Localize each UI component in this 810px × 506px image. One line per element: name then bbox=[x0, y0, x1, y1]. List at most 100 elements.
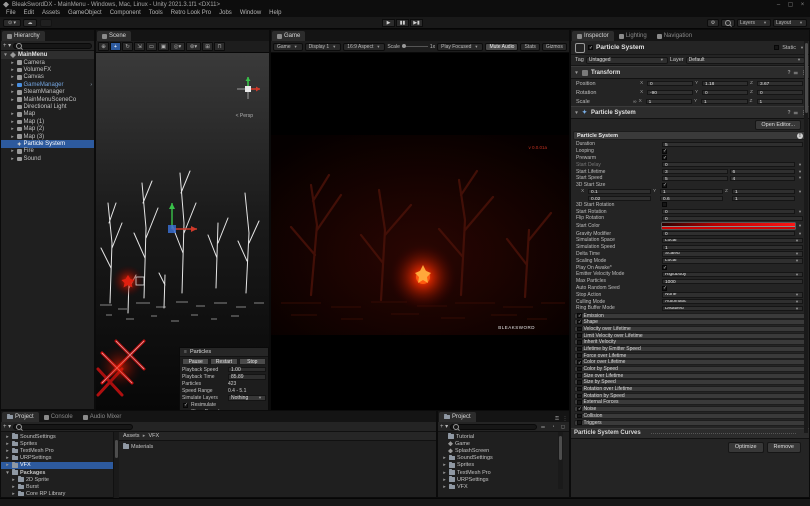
folder-soundsettings[interactable]: ▸SoundSettings bbox=[1, 433, 113, 440]
aspect-ratio-dropdown[interactable]: 16:9 Aspect▾ bbox=[343, 43, 385, 51]
search-by-type-icon[interactable]: ⚌ bbox=[539, 423, 547, 430]
module-checkbox[interactable] bbox=[577, 414, 582, 419]
module-size-by-speed[interactable]: Size by Speed bbox=[574, 379, 806, 385]
stop-particles-button[interactable]: Stop bbox=[239, 358, 266, 365]
menu-help[interactable]: Help bbox=[265, 10, 285, 16]
particles-overlay-title[interactable]: ≡ Particles bbox=[180, 348, 268, 357]
module-checkbox[interactable] bbox=[577, 340, 582, 345]
module-inherit-velocity[interactable]: Inherit Velocity bbox=[574, 339, 806, 345]
rotation-y-field[interactable]: 0 bbox=[702, 90, 748, 95]
module-checkbox[interactable] bbox=[577, 394, 582, 399]
start-size-3d-checkbox[interactable] bbox=[662, 183, 667, 188]
size-x1-field[interactable]: 0.1 bbox=[588, 189, 651, 194]
account-button[interactable]: ⊙ ▾ bbox=[3, 19, 21, 27]
folder-vfx[interactable]: ▸VFX bbox=[438, 483, 558, 489]
add-object-button[interactable]: + ▾ bbox=[3, 42, 11, 49]
hierarchy-item-sound[interactable]: ▸Sound bbox=[1, 155, 94, 162]
folder-tutorial[interactable]: Tutorial bbox=[438, 433, 558, 440]
tab-hierarchy[interactable]: Hierarchy bbox=[2, 31, 45, 41]
drag-handle-icon[interactable] bbox=[651, 433, 796, 434]
scrollbar-thumb[interactable] bbox=[805, 43, 808, 113]
delta-time-dropdown[interactable]: Scaled▾ bbox=[662, 251, 803, 256]
restart-particles-button[interactable]: Restart bbox=[210, 358, 237, 365]
rect-tool-icon[interactable]: ▭ bbox=[146, 42, 157, 51]
folder-urpsettings[interactable]: ▸URPSettings bbox=[1, 455, 113, 462]
folder-urpsettings[interactable]: ▸URPSettings bbox=[438, 476, 558, 483]
prewarm-checkbox[interactable] bbox=[662, 155, 667, 160]
hierarchy-item-gamemanager[interactable]: ▸GameManager› bbox=[1, 81, 94, 88]
start-speed-max-field[interactable]: 4 bbox=[730, 176, 796, 181]
static-checkbox[interactable] bbox=[774, 45, 779, 50]
menu-file[interactable]: File bbox=[2, 10, 20, 16]
position-x-field[interactable]: 0 bbox=[647, 81, 693, 86]
cloud-services-button[interactable]: ☁ bbox=[23, 19, 37, 27]
size-z1-field[interactable]: 1 bbox=[732, 189, 795, 194]
menu-gameobject[interactable]: GameObject bbox=[64, 10, 106, 16]
scale-slider-knob[interactable] bbox=[402, 44, 406, 48]
gizmos-dropdown[interactable]: Gizmos bbox=[542, 43, 567, 51]
open-editor-button[interactable]: Open Editor... bbox=[755, 120, 801, 130]
search-icon[interactable] bbox=[721, 19, 735, 27]
folder-soundsettings[interactable]: ▸SoundSettings bbox=[438, 455, 558, 462]
module-checkbox[interactable] bbox=[577, 373, 582, 378]
breadcrumb-root[interactable]: Assets bbox=[123, 433, 140, 439]
simulation-speed-field[interactable]: 1 bbox=[662, 245, 803, 250]
scale-y-field[interactable]: 1 bbox=[701, 99, 747, 104]
window-minimize-icon[interactable]: – bbox=[774, 1, 783, 8]
duration-field[interactable]: 5 bbox=[662, 142, 803, 147]
asset-splashscreen-scene[interactable]: SplashScreen bbox=[438, 447, 558, 454]
module-checkbox[interactable] bbox=[577, 367, 582, 372]
module-triggers[interactable]: Triggers bbox=[574, 420, 806, 426]
menu-retro-look-pro[interactable]: Retro Look Pro bbox=[167, 10, 215, 16]
mute-audio-toggle[interactable]: Mute Audio bbox=[485, 43, 518, 51]
module-size-over-lifetime[interactable]: Size over Lifetime bbox=[574, 373, 806, 379]
module-checkbox[interactable] bbox=[577, 313, 582, 318]
asset-game-scene[interactable]: Game bbox=[438, 440, 558, 447]
folder-textmesh-pro[interactable]: ▸TextMesh Pro bbox=[438, 469, 558, 476]
tab-scene[interactable]: Scene bbox=[97, 31, 131, 41]
hierarchy-item-map-2[interactable]: ▸Map (2) bbox=[1, 126, 94, 133]
hierarchy-item-canvas[interactable]: ▸Canvas bbox=[1, 74, 94, 81]
play-button[interactable]: ▶ bbox=[382, 19, 395, 27]
rotation-x-field[interactable]: -90 bbox=[647, 90, 693, 95]
view-tool-icon[interactable]: ⊕ bbox=[98, 42, 109, 51]
pause-button[interactable]: ▮▮ bbox=[396, 19, 409, 27]
hierarchy-item-mainmenusceneco[interactable]: ▸MainMenuSceneCo bbox=[1, 96, 94, 103]
lock-icon[interactable]: ⚿ bbox=[553, 415, 561, 422]
module-checkbox[interactable] bbox=[577, 407, 582, 412]
position-y-field[interactable]: 1.18 bbox=[702, 81, 748, 86]
size-z2-field[interactable]: 1 bbox=[732, 196, 795, 201]
auto-random-seed-checkbox[interactable] bbox=[662, 286, 667, 291]
menu-edit[interactable]: Edit bbox=[20, 10, 38, 16]
size-x2-field[interactable]: 0.02 bbox=[588, 196, 651, 201]
ring-buffer-mode-dropdown[interactable]: Disabled▾ bbox=[662, 306, 803, 311]
scale-x-field[interactable]: 1 bbox=[646, 99, 692, 104]
pivot-toggle[interactable]: ◎▾ bbox=[170, 42, 185, 51]
foldout-arrow-icon[interactable]: ▾ bbox=[574, 110, 579, 116]
scrollbar-thumb[interactable] bbox=[115, 440, 118, 458]
start-lifetime-min-field[interactable]: 3 bbox=[662, 169, 728, 174]
module-checkbox[interactable] bbox=[577, 320, 582, 325]
max-particles-field[interactable]: 1000 bbox=[662, 279, 803, 284]
resimulate-checkbox-row[interactable]: Resimulate bbox=[180, 402, 268, 409]
module-checkbox[interactable] bbox=[577, 347, 582, 352]
size-y1-field[interactable]: 1 bbox=[660, 189, 723, 194]
breadcrumb-leaf[interactable]: VFX bbox=[149, 433, 160, 439]
display-dropdown[interactable]: Display 1▾ bbox=[305, 43, 342, 51]
scale-tool-icon[interactable]: ⇲ bbox=[134, 42, 145, 51]
simulate-layers-dropdown[interactable]: Nothing▾ bbox=[228, 395, 266, 401]
inspector-scrollbar[interactable] bbox=[804, 41, 808, 433]
flip-rotation-field[interactable]: 0 bbox=[662, 216, 803, 221]
drag-handle-icon[interactable]: ≡ bbox=[183, 349, 188, 355]
tab-project[interactable]: Project bbox=[439, 412, 476, 422]
hierarchy-search-input[interactable] bbox=[13, 43, 92, 49]
playback-speed-field[interactable]: 1.00 bbox=[228, 367, 266, 373]
stop-action-dropdown[interactable]: None▾ bbox=[662, 292, 803, 297]
scrollbar-thumb[interactable] bbox=[559, 436, 562, 460]
simulation-space-dropdown[interactable]: Local▾ bbox=[662, 238, 803, 243]
help-icon[interactable]: ? bbox=[787, 110, 790, 116]
looping-checkbox[interactable] bbox=[662, 149, 667, 154]
search-by-label-icon[interactable]: ◔ bbox=[549, 423, 557, 430]
module-checkbox[interactable] bbox=[577, 400, 582, 405]
hierarchy-item-camera[interactable]: ▸Camera bbox=[1, 59, 94, 66]
